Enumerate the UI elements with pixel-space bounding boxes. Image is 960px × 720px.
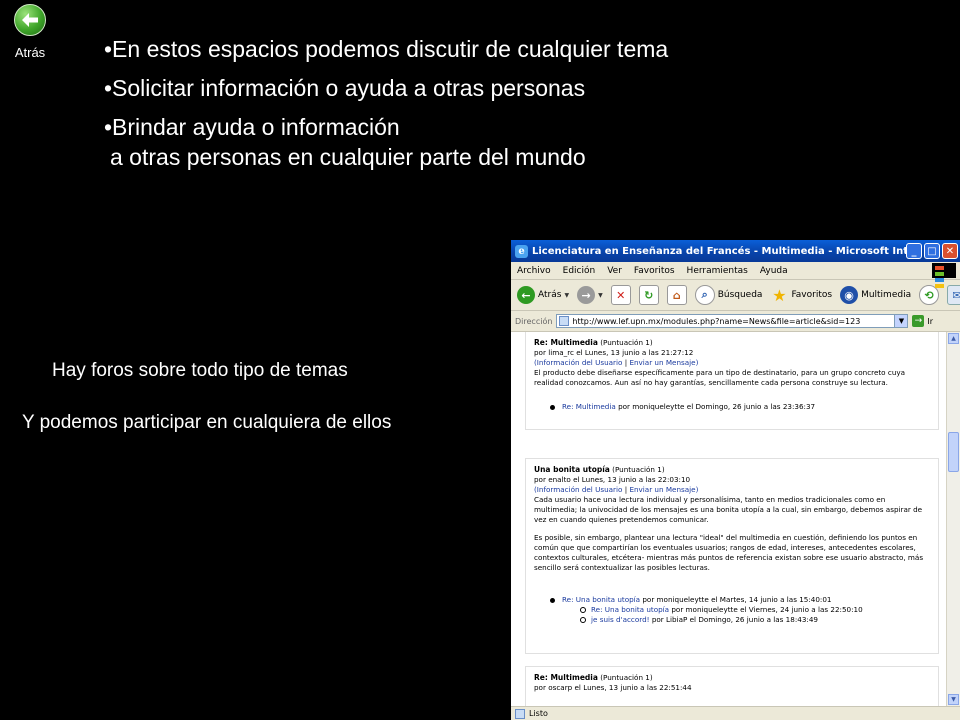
post-score: (Puntuación 1) (612, 465, 665, 474)
stop-button[interactable]: ✕ (610, 285, 631, 305)
vertical-scrollbar[interactable]: ▲ ▼ (946, 332, 960, 706)
back-label: Atrás (14, 45, 46, 60)
multimedia-button[interactable]: ◉ Multimedia (840, 286, 911, 304)
favorites-button[interactable]: ★ Favoritos (770, 285, 832, 305)
bullet-item: •Solicitar información o ayuda a otras p… (104, 75, 586, 101)
status-text: Listo (529, 709, 548, 718)
back-arrow-icon (14, 4, 46, 36)
bullet-dot-icon (550, 597, 555, 603)
reply-item: Re: Multimedia por moniqueleytte el Domi… (550, 402, 930, 412)
comment-post: Una bonita utopía (Puntuación 1) por ena… (525, 458, 939, 654)
refresh-icon: ↻ (638, 285, 659, 305)
bullet-list: •En estos espacios podemos discutir de c… (104, 34, 668, 181)
scroll-down-icon[interactable]: ▼ (948, 694, 959, 705)
menu-herramientas[interactable]: Herramientas (687, 266, 748, 276)
dropdown-arrow-icon: ▼ (598, 291, 603, 299)
post-score: (Puntuación 1) (600, 673, 653, 682)
reply-link[interactable]: Re: Una bonita utopía (591, 605, 669, 615)
back-button[interactable]: Atrás (10, 4, 50, 64)
menu-favoritos[interactable]: Favoritos (634, 266, 675, 276)
post-body: El producto debe diseñarse específicamen… (534, 368, 906, 387)
mail-button[interactable]: ✉ (947, 285, 960, 305)
minimize-button[interactable]: _ (906, 243, 922, 259)
menu-bar: Archivo Edición Ver Favoritos Herramient… (511, 262, 960, 288)
title-bar[interactable]: e Licenciatura en Enseñanza del Francés … (511, 240, 960, 262)
comment-post: Re: Multimedia (Puntuación 1) por lima_r… (525, 332, 939, 430)
post-title: Re: Multimedia (534, 338, 598, 347)
bullet-item: •En estos espacios podemos discutir de c… (104, 36, 669, 62)
media-icon: ◉ (840, 286, 859, 304)
user-info-link[interactable]: (Información del Usuario (534, 485, 622, 494)
comment-post: Re: Multimedia (Puntuación 1) por oscarp… (525, 666, 939, 706)
toolbar: ← Atrás ▼ → ▼ ✕ ↻ ⌂ ⌕ Búsqueda ★ Favorit… (511, 280, 960, 311)
user-info-link[interactable]: (Información del Usuario (534, 358, 622, 367)
go-arrow-icon: → (912, 315, 925, 327)
home-icon: ⌂ (666, 285, 687, 305)
menu-edicion[interactable]: Edición (563, 266, 596, 276)
browser-window: e Licenciatura en Enseñanza del Francés … (511, 240, 960, 720)
search-button[interactable]: ⌕ Búsqueda (694, 285, 762, 305)
post-body: Es posible, sin embargo, plantear una le… (534, 533, 924, 572)
address-input[interactable]: http://www.lef.upn.mx/modules.php?name=N… (556, 314, 909, 328)
page-icon (559, 316, 570, 326)
refresh-button[interactable]: ↻ (638, 285, 659, 305)
history-button[interactable]: ⟲ (919, 285, 940, 305)
history-icon: ⟲ (919, 285, 940, 305)
status-bar: Listo (511, 706, 960, 720)
toolbar-forward-button[interactable]: → ▼ (577, 286, 603, 304)
star-icon: ★ (772, 285, 787, 305)
scroll-thumb[interactable] (948, 432, 959, 472)
address-url: http://www.lef.upn.mx/modules.php?name=N… (572, 316, 861, 326)
windows-flag-icon (932, 263, 956, 288)
post-meta: por lima_rc el Lunes, 13 junio a las 21:… (534, 348, 694, 357)
home-button[interactable]: ⌂ (666, 285, 687, 305)
go-button[interactable]: → Ir (912, 315, 933, 327)
post-title: Re: Multimedia (534, 673, 598, 682)
address-bar: Dirección http://www.lef.upn.mx/modules.… (511, 311, 960, 332)
participate-caption: Y podemos participar en cualquiera de el… (22, 412, 392, 433)
back-icon: ← (517, 286, 535, 304)
reply-link[interactable]: je suis d'accord! (591, 615, 650, 625)
stop-icon: ✕ (610, 285, 631, 305)
post-score: (Puntuación 1) (600, 338, 653, 347)
menu-archivo[interactable]: Archivo (517, 266, 551, 276)
post-meta: por oscarp el Lunes, 13 junio a las 22:5… (534, 683, 692, 692)
reply-item: je suis d'accord! por LibiaP el Domingo,… (580, 615, 930, 625)
reply-link[interactable]: Re: Una bonita utopía (562, 595, 640, 605)
maximize-button[interactable]: □ (924, 243, 940, 259)
page-content: Re: Multimedia (Puntuación 1) por lima_r… (511, 332, 946, 706)
forums-caption: Hay foros sobre todo tipo de temas (52, 360, 348, 381)
bullet-continuation: a otras personas en cualquier parte del … (110, 144, 586, 170)
address-dropdown-button[interactable]: ▼ (894, 315, 908, 327)
scroll-up-icon[interactable]: ▲ (948, 333, 959, 344)
dropdown-arrow-icon: ▼ (564, 291, 570, 299)
window-title: Licenciatura en Enseñanza del Francés - … (532, 245, 906, 257)
send-message-link[interactable]: Enviar un Mensaje) (629, 485, 698, 494)
post-body: Cada usuario hace una lectura individual… (534, 495, 923, 524)
bullet-ring-icon (580, 617, 586, 623)
menu-ayuda[interactable]: Ayuda (760, 266, 788, 276)
post-title: Una bonita utopía (534, 465, 610, 474)
page-status-icon (515, 708, 525, 719)
close-button[interactable]: ✕ (942, 243, 958, 259)
bullet-dot-icon (550, 404, 555, 410)
reply-link[interactable]: Re: Multimedia (562, 402, 616, 412)
bullet-item: •Brindar ayuda o información a otras pers… (104, 112, 668, 172)
address-label: Dirección (515, 316, 553, 326)
search-icon: ⌕ (694, 285, 715, 305)
toolbar-back-button[interactable]: ← Atrás ▼ (517, 286, 569, 304)
forward-icon: → (577, 286, 596, 304)
menu-ver[interactable]: Ver (607, 266, 622, 276)
mail-icon: ✉ (947, 285, 960, 305)
bullet-ring-icon (580, 607, 586, 613)
reply-item: Re: Una bonita utopía por moniqueleytte … (550, 595, 930, 605)
post-meta: por enalto el Lunes, 13 junio a las 22:0… (534, 475, 691, 484)
ie-logo-icon: e (515, 244, 528, 258)
send-message-link[interactable]: Enviar un Mensaje) (629, 358, 698, 367)
reply-item: Re: Una bonita utopía por moniqueleytte … (580, 605, 930, 615)
